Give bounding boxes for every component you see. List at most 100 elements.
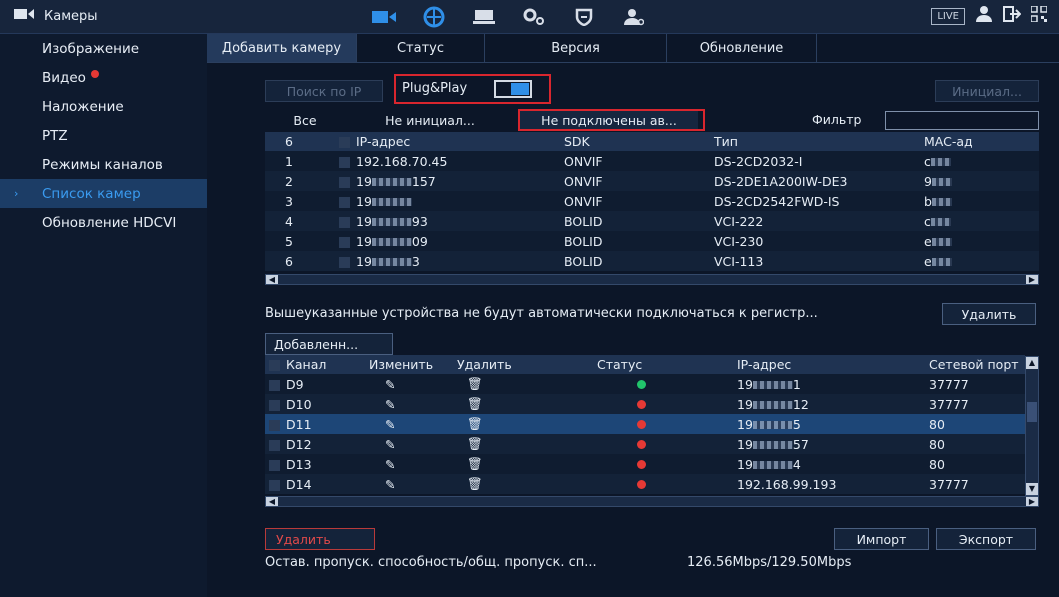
trash-icon[interactable]: 🗑 — [467, 396, 483, 411]
header-ip[interactable]: IP-адрес — [335, 132, 560, 151]
window-title: Камеры — [14, 8, 98, 24]
edit-pencil-icon[interactable]: ✎ — [385, 477, 395, 492]
scroll-right-icon[interactable]: ▶ — [1026, 275, 1038, 284]
added-hscrollbar[interactable]: ◀ ▶ — [265, 496, 1039, 507]
table-row[interactable]: D11 ✎ 🗑 19 5 80 — [265, 414, 1025, 434]
edit-pencil-icon[interactable]: ✎ — [385, 417, 395, 432]
table-row[interactable]: 2 19 157 ONVIF DS-2DE1A200IW-DE3 9 — [265, 171, 1039, 191]
tab-update[interactable]: Обновление — [667, 34, 817, 62]
added-devices-table: Канал Изменить Удалить Статус IP-адрес С… — [265, 355, 1025, 494]
sidebar-item-label: Изображение — [42, 40, 140, 57]
scroll-thumb[interactable] — [1027, 402, 1037, 422]
edit-pencil-icon[interactable]: ✎ — [385, 397, 395, 412]
storage-icon[interactable] — [472, 6, 496, 28]
sidebar-item-label: Наложение — [42, 98, 124, 115]
top-right-controls: LIVE — [931, 5, 1048, 26]
row-checkbox[interactable] — [269, 459, 280, 471]
status-offline-icon — [637, 459, 646, 469]
trash-icon[interactable]: 🗑 — [467, 456, 483, 471]
row-checkbox[interactable] — [269, 439, 280, 451]
ip-search-button[interactable]: Поиск по IP — [265, 80, 383, 102]
logout-icon[interactable] — [1003, 6, 1022, 26]
window-title-text: Камеры — [44, 8, 98, 24]
trash-icon[interactable]: 🗑 — [467, 416, 483, 431]
import-button[interactable]: Импорт — [834, 528, 929, 550]
export-button[interactable]: Экспорт — [936, 528, 1036, 550]
shield-icon[interactable] — [572, 6, 596, 28]
scroll-down-icon[interactable]: ▼ — [1026, 483, 1038, 495]
alert-dot-icon — [90, 69, 99, 78]
sidebar-item-camera-list[interactable]: › Список камер — [0, 179, 207, 208]
sidebar-item-video[interactable]: Видео — [0, 63, 207, 92]
table-row[interactable]: D12 ✎ 🗑 19 57 80 — [265, 434, 1025, 454]
network-icon[interactable] — [422, 6, 446, 28]
table-row[interactable]: D14 ✎ 🗑 192.168.99.193 37777 — [265, 474, 1025, 494]
sidebar-item-ptz[interactable]: PTZ — [0, 121, 207, 150]
row-checkbox[interactable] — [269, 399, 280, 411]
edit-pencil-icon[interactable]: ✎ — [385, 457, 395, 472]
sidebar-item-hdcvi-update[interactable]: Обновление HDCVI — [0, 208, 207, 237]
chevron-right-icon: › — [14, 187, 19, 200]
row-checkbox[interactable] — [339, 156, 350, 168]
tab-status[interactable]: Статус — [357, 34, 485, 62]
edit-pencil-icon[interactable]: ✎ — [385, 437, 395, 452]
row-checkbox[interactable] — [339, 236, 350, 248]
row-checkbox[interactable] — [269, 379, 280, 391]
not-connected-highlight — [518, 109, 705, 131]
header-sdk: SDK — [560, 132, 710, 151]
row-checkbox[interactable] — [269, 419, 280, 431]
status-offline-icon — [637, 419, 646, 429]
header-type: Тип — [710, 132, 920, 151]
discovered-hscrollbar[interactable]: ◀ ▶ — [265, 274, 1039, 285]
scroll-right-icon[interactable]: ▶ — [1026, 497, 1038, 506]
account-icon[interactable] — [622, 6, 646, 28]
sidebar: Изображение Видео Наложение PTZ Режимы к… — [0, 34, 207, 597]
plug-play-toggle[interactable] — [494, 80, 532, 98]
sidebar-item-channel-modes[interactable]: Режимы каналов — [0, 150, 207, 179]
sidebar-item-image[interactable]: Изображение — [0, 34, 207, 63]
table-row[interactable]: 3 19 ONVIF DS-2CD2542FWD-IS b — [265, 191, 1039, 211]
row-checkbox[interactable] — [339, 256, 350, 268]
added-vscrollbar[interactable]: ▲ ▼ — [1025, 356, 1039, 496]
filter-label: Фильтр — [812, 112, 862, 127]
trash-icon[interactable]: 🗑 — [467, 376, 483, 391]
trash-icon[interactable]: 🗑 — [467, 436, 483, 451]
filter-input[interactable] — [885, 111, 1039, 130]
scroll-left-icon[interactable]: ◀ — [266, 497, 278, 506]
row-checkbox[interactable] — [339, 196, 350, 208]
row-checkbox[interactable] — [339, 176, 350, 188]
camera-icon[interactable] — [372, 6, 396, 28]
table-row[interactable]: 5 19 09 BOLID VCI-230 e — [265, 231, 1039, 251]
delete-discovered-button[interactable]: Удалить — [942, 303, 1036, 325]
delete-added-button[interactable]: Удалить — [265, 528, 375, 550]
status-offline-icon — [637, 479, 646, 489]
sidebar-item-label: Список камер — [42, 185, 141, 202]
table-row[interactable]: 1 192.168.70.45 ONVIF DS-2CD2032-I c — [265, 151, 1039, 171]
status-online-icon — [637, 379, 646, 389]
header-mac: MAC-ад — [920, 132, 1039, 151]
user-icon[interactable] — [975, 6, 993, 26]
table-row[interactable]: D9 ✎ 🗑 19 1 37777 — [265, 374, 1025, 394]
trash-icon[interactable]: 🗑 — [467, 476, 483, 491]
scroll-left-icon[interactable]: ◀ — [266, 275, 278, 284]
edit-pencil-icon[interactable]: ✎ — [385, 377, 395, 392]
table-row[interactable]: D10 ✎ 🗑 19 12 37777 — [265, 394, 1025, 414]
settings-icon[interactable] — [522, 6, 546, 28]
added-devices-tab[interactable]: Добавленн... — [265, 333, 393, 355]
tab-version[interactable]: Версия — [485, 34, 667, 62]
live-button[interactable]: LIVE — [931, 7, 965, 25]
sidebar-item-overlay[interactable]: Наложение — [0, 92, 207, 121]
scroll-up-icon[interactable]: ▲ — [1026, 357, 1038, 369]
table-row[interactable]: 4 19 93 BOLID VCI-222 c — [265, 211, 1039, 231]
tab-add-camera[interactable]: Добавить камеру — [207, 34, 357, 62]
filter-tab-all[interactable]: Все — [265, 110, 345, 130]
table-row[interactable]: 6 19 3 BOLID VCI-113 e — [265, 251, 1039, 271]
row-checkbox[interactable] — [269, 479, 280, 491]
header-channel[interactable]: Канал — [265, 355, 365, 374]
row-checkbox[interactable] — [339, 216, 350, 228]
filter-tab-uninitialized[interactable]: Не инициал... — [345, 110, 515, 130]
header-edit: Изменить — [365, 355, 453, 374]
initialize-button[interactable]: Инициал... — [935, 80, 1039, 102]
qr-icon[interactable] — [1030, 5, 1048, 26]
table-row[interactable]: D13 ✎ 🗑 19 4 80 — [265, 454, 1025, 474]
